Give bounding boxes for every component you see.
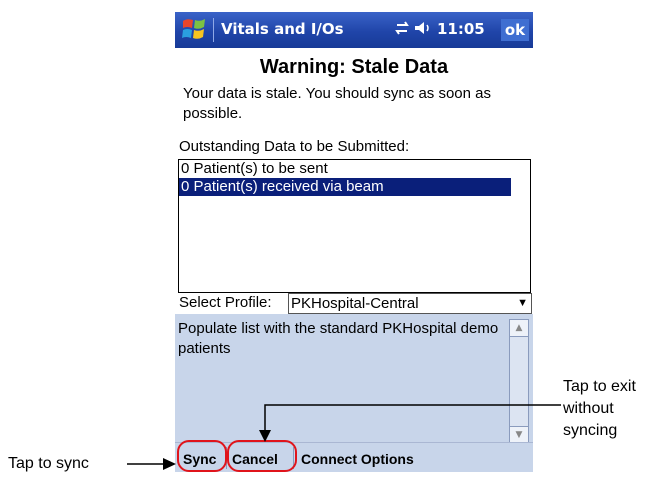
- cancel-highlight: [227, 440, 297, 472]
- scroll-down-icon[interactable]: ▼: [510, 426, 528, 443]
- status-icons-svg: [395, 21, 429, 35]
- scroll-up-icon[interactable]: ▲: [510, 320, 528, 337]
- select-profile-label: Select Profile:: [179, 294, 272, 311]
- profile-row: Select Profile: PKHospital-Central ▼: [178, 293, 532, 314]
- sync-callout: Tap to sync: [8, 455, 89, 472]
- device-screen: Vitals and I/Os 11:05 ok Warning: Stale …: [175, 12, 533, 472]
- warning-message: Your data is stale. You should sync as s…: [183, 85, 491, 122]
- outstanding-data-list[interactable]: 0 Patient(s) to be sent 0 Patient(s) rec…: [178, 159, 531, 293]
- profile-description: Populate list with the standard PKHospit…: [178, 320, 499, 357]
- warning-title: Warning: Stale Data: [259, 56, 449, 78]
- connect-options-button[interactable]: Connect Options: [301, 451, 414, 467]
- sync-highlight: [177, 440, 227, 472]
- profile-description-panel: Populate list with the standard PKHospit…: [175, 314, 533, 444]
- profile-selected-value: PKHospital-Central: [291, 295, 419, 312]
- description-scrollbar[interactable]: ▲ ▼: [509, 319, 529, 444]
- clock[interactable]: 11:05: [437, 20, 485, 38]
- app-title: Vitals and I/Os: [221, 20, 344, 38]
- list-item-selected[interactable]: 0 Patient(s) received via beam: [179, 178, 511, 196]
- profile-dropdown[interactable]: PKHospital-Central ▼: [288, 293, 532, 314]
- list-item[interactable]: 0 Patient(s) to be sent: [179, 160, 530, 178]
- dropdown-arrow-icon[interactable]: ▼: [517, 294, 528, 313]
- cancel-callout: Tap to exit without syncing: [563, 378, 636, 439]
- outstanding-data-label: Outstanding Data to be Submitted:: [179, 138, 410, 155]
- connectivity-volume-icon[interactable]: [395, 20, 431, 40]
- title-separator: [213, 18, 214, 42]
- ok-button[interactable]: ok: [501, 19, 529, 41]
- title-bar: Vitals and I/Os 11:05 ok: [175, 12, 533, 48]
- windows-start-icon[interactable]: [181, 17, 207, 41]
